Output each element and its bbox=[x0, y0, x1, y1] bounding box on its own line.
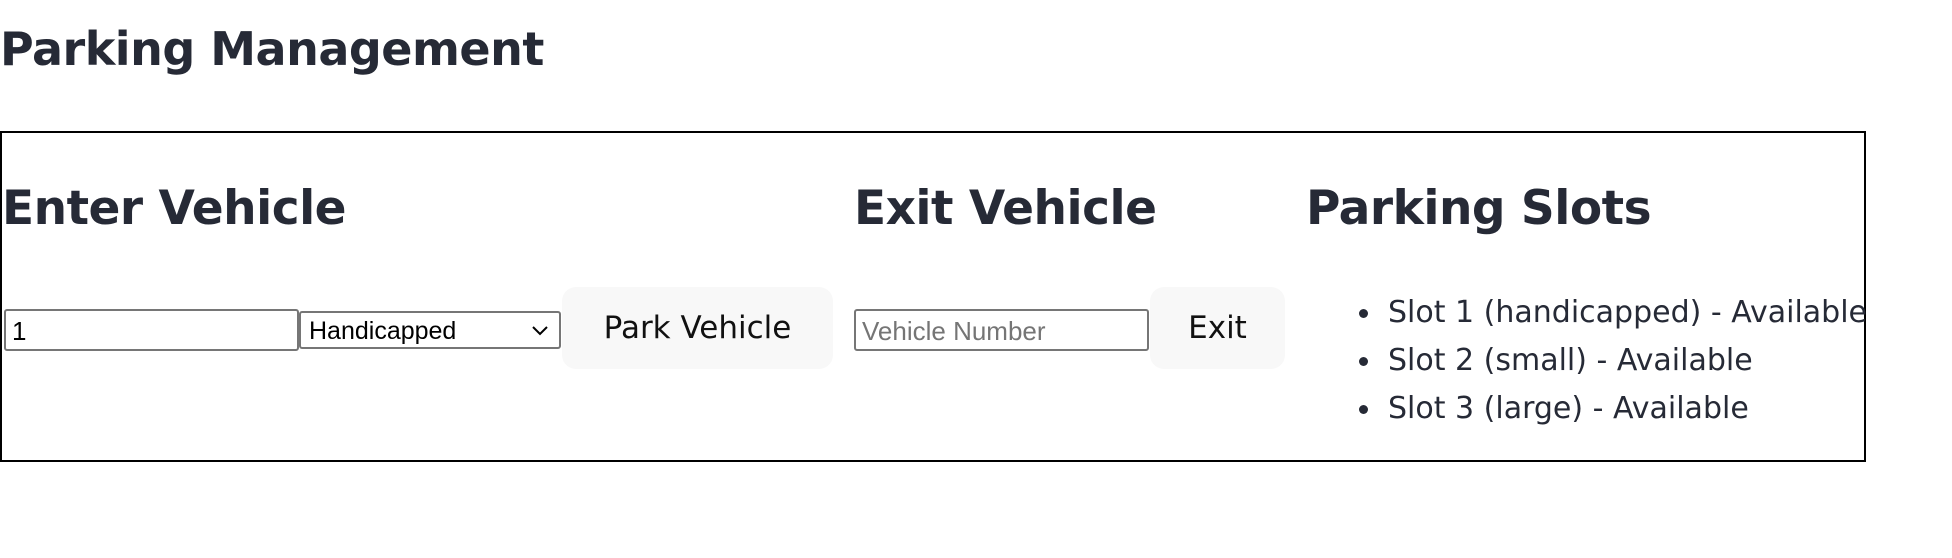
bullet-icon bbox=[1359, 405, 1368, 414]
slot-item-label: Slot 2 (small) - Available bbox=[1388, 343, 1753, 378]
exit-vehicle-heading: Exit Vehicle bbox=[854, 181, 1157, 236]
bullet-icon bbox=[1359, 357, 1368, 366]
parking-slot-list: Slot 1 (handicapped) - Available Slot 2 … bbox=[1330, 289, 1867, 433]
page-title: Parking Management bbox=[0, 22, 544, 76]
chevron-down-icon bbox=[532, 326, 548, 336]
slot-item-label: Slot 3 (large) - Available bbox=[1388, 391, 1749, 426]
slot-item: Slot 3 (large) - Available bbox=[1330, 385, 1867, 433]
parking-slots-heading: Parking Slots bbox=[1306, 181, 1652, 236]
exit-vehicle-number-input[interactable] bbox=[854, 309, 1149, 351]
exit-button[interactable]: Exit bbox=[1150, 287, 1285, 369]
slot-item: Slot 2 (small) - Available bbox=[1330, 337, 1867, 385]
enter-vehicle-heading: Enter Vehicle bbox=[2, 181, 347, 236]
vehicle-number-input[interactable] bbox=[4, 309, 299, 351]
park-vehicle-button[interactable]: Park Vehicle bbox=[562, 287, 833, 369]
slot-item-label: Slot 1 (handicapped) - Available bbox=[1388, 295, 1868, 330]
slot-type-select[interactable]: Handicapped bbox=[299, 311, 561, 349]
slot-type-selected-value: Handicapped bbox=[309, 317, 457, 345]
slot-item: Slot 1 (handicapped) - Available bbox=[1330, 289, 1867, 337]
parking-panel: Enter Vehicle Exit Vehicle Parking Slots… bbox=[0, 131, 1867, 462]
bullet-icon bbox=[1359, 309, 1368, 318]
